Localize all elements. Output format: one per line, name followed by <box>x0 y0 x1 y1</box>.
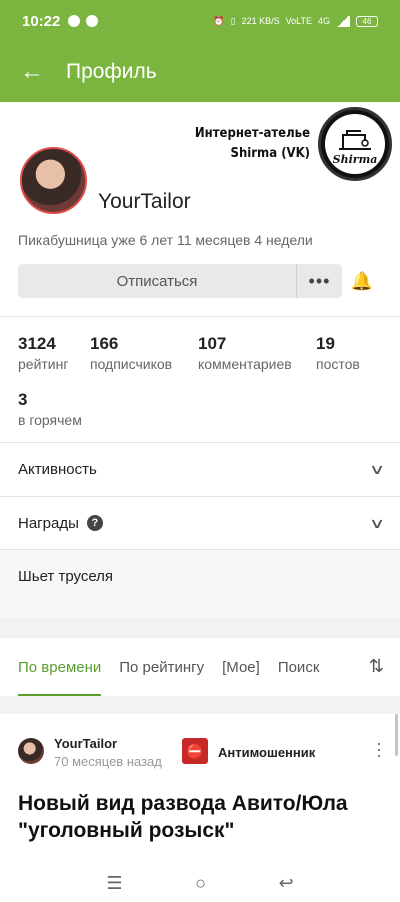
volte-badge: VoLTE <box>285 16 312 26</box>
action-buttons: Отписаться ••• 🔔 <box>18 264 382 298</box>
help-icon[interactable]: ? <box>86 515 103 531</box>
logo-text: Shirma <box>332 153 378 166</box>
message-icon <box>68 15 81 27</box>
scrollbar[interactable] <box>395 714 398 756</box>
unsubscribe-button[interactable]: Отписаться <box>18 264 296 298</box>
tab-mine[interactable]: [Мое] <box>222 638 260 696</box>
status-notification-icons <box>68 15 99 27</box>
sewing-machine-drawing <box>339 130 371 150</box>
app-bar: ← Профиль <box>0 42 400 102</box>
stat-label: постов <box>316 356 360 372</box>
community-name[interactable]: Антимошенник <box>218 745 315 760</box>
alarm-icon: ⏰ <box>213 15 225 26</box>
stat-label: комментариев <box>198 356 292 372</box>
shirma-logo: Shirma <box>318 107 392 181</box>
divider <box>0 316 400 317</box>
signal-icon <box>336 15 350 27</box>
post-title[interactable]: Новый вид развода Авито/Юла "уголовный р… <box>18 790 378 844</box>
stat-value: 3124 <box>18 334 56 353</box>
battery-icon: 46 <box>356 15 378 27</box>
page-title: Профиль <box>66 60 157 83</box>
stat-comments[interactable]: 107 комментариев <box>198 334 292 372</box>
home-icon[interactable]: ○ <box>195 873 206 894</box>
promo-text: Интернет-ателье Shirma (VK) <box>195 124 310 164</box>
status-right-icons: ⏰ ▯ 221 KB/S VoLTE 4G 46 <box>213 15 378 27</box>
tenure-text: Пикабушница уже 6 лет 11 месяцев 4 недел… <box>18 232 313 248</box>
stat-value: 19 <box>316 334 335 353</box>
app-notification-icon <box>86 15 99 27</box>
lte-label: 4G <box>317 16 330 26</box>
community-icon[interactable]: ⛔ <box>182 738 208 764</box>
top-bar: 10:22 ⏰ ▯ 221 KB/S VoLTE 4G 46 ← Профиль <box>0 0 400 102</box>
menu-icon[interactable]: ☰ <box>106 873 122 894</box>
stat-label: подписчиков <box>90 356 173 372</box>
sort-icon[interactable]: ⇅ <box>369 656 384 677</box>
post-author[interactable]: YourTailor <box>54 736 117 751</box>
bell-icon[interactable]: 🔔 <box>342 264 382 298</box>
section-awards-label: Награды <box>18 514 79 532</box>
section-awards[interactable]: Награды ? ∨ <box>0 497 400 549</box>
post-time: 70 месяцев назад <box>54 754 162 769</box>
section-activity[interactable]: Активность ∨ <box>0 443 400 495</box>
chevron-down-icon: ∨ <box>368 460 386 477</box>
promo-banner[interactable]: Интернет-ателье Shirma (VK) Shirma <box>195 107 392 181</box>
status-bar: 10:22 ⏰ ▯ 221 KB/S VoLTE 4G 46 <box>0 0 400 42</box>
tab-search[interactable]: Поиск <box>278 638 320 696</box>
stat-subscribers[interactable]: 166 подписчиков <box>90 334 172 372</box>
sewing-machine-icon: Shirma <box>325 114 385 174</box>
stat-rating[interactable]: 3124 рейтинг <box>18 334 68 372</box>
kebab-menu-icon[interactable]: · · · <box>376 734 382 764</box>
section-activity-label: Активность <box>18 460 97 478</box>
network-speed: 221 KB/S <box>241 16 280 26</box>
stat-posts[interactable]: 19 постов <box>316 334 360 372</box>
bio-text: Шьет труселя <box>0 550 400 618</box>
profile-card: Интернет-ателье Shirma (VK) Shirma YourT… <box>0 102 400 618</box>
stat-label: в горячем <box>18 412 82 428</box>
stat-value: 166 <box>90 334 119 353</box>
avatar[interactable] <box>20 147 87 214</box>
post-tabs: По времени По рейтингу [Мое] Поиск ⇅ <box>0 638 400 696</box>
stat-label: рейтинг <box>18 356 69 372</box>
promo-line-2: Shirma (VK) <box>230 146 310 161</box>
back-arrow-icon[interactable]: ← <box>20 58 44 85</box>
stat-value: 3 <box>18 390 28 409</box>
promo-line-1: Интернет-ателье <box>194 126 310 141</box>
tab-by-time[interactable]: По времени <box>18 638 102 696</box>
stat-hot[interactable]: 3 в горячем <box>18 390 82 428</box>
post-author-avatar[interactable] <box>18 738 44 764</box>
username: YourTailor <box>98 190 191 213</box>
system-nav-bar: ☰ ○ ↩ <box>0 864 400 902</box>
vibrate-icon: ▯ <box>230 15 236 26</box>
back-icon[interactable]: ↩ <box>279 873 294 894</box>
chevron-down-icon: ∨ <box>368 514 386 531</box>
tab-by-rating[interactable]: По рейтингу <box>119 638 204 696</box>
post-card[interactable]: YourTailor 70 месяцев назад ⛔ Антимошенн… <box>0 714 400 864</box>
stat-value: 107 <box>198 334 227 353</box>
status-time: 10:22 <box>22 12 61 30</box>
more-options-button[interactable]: ••• <box>296 264 342 298</box>
